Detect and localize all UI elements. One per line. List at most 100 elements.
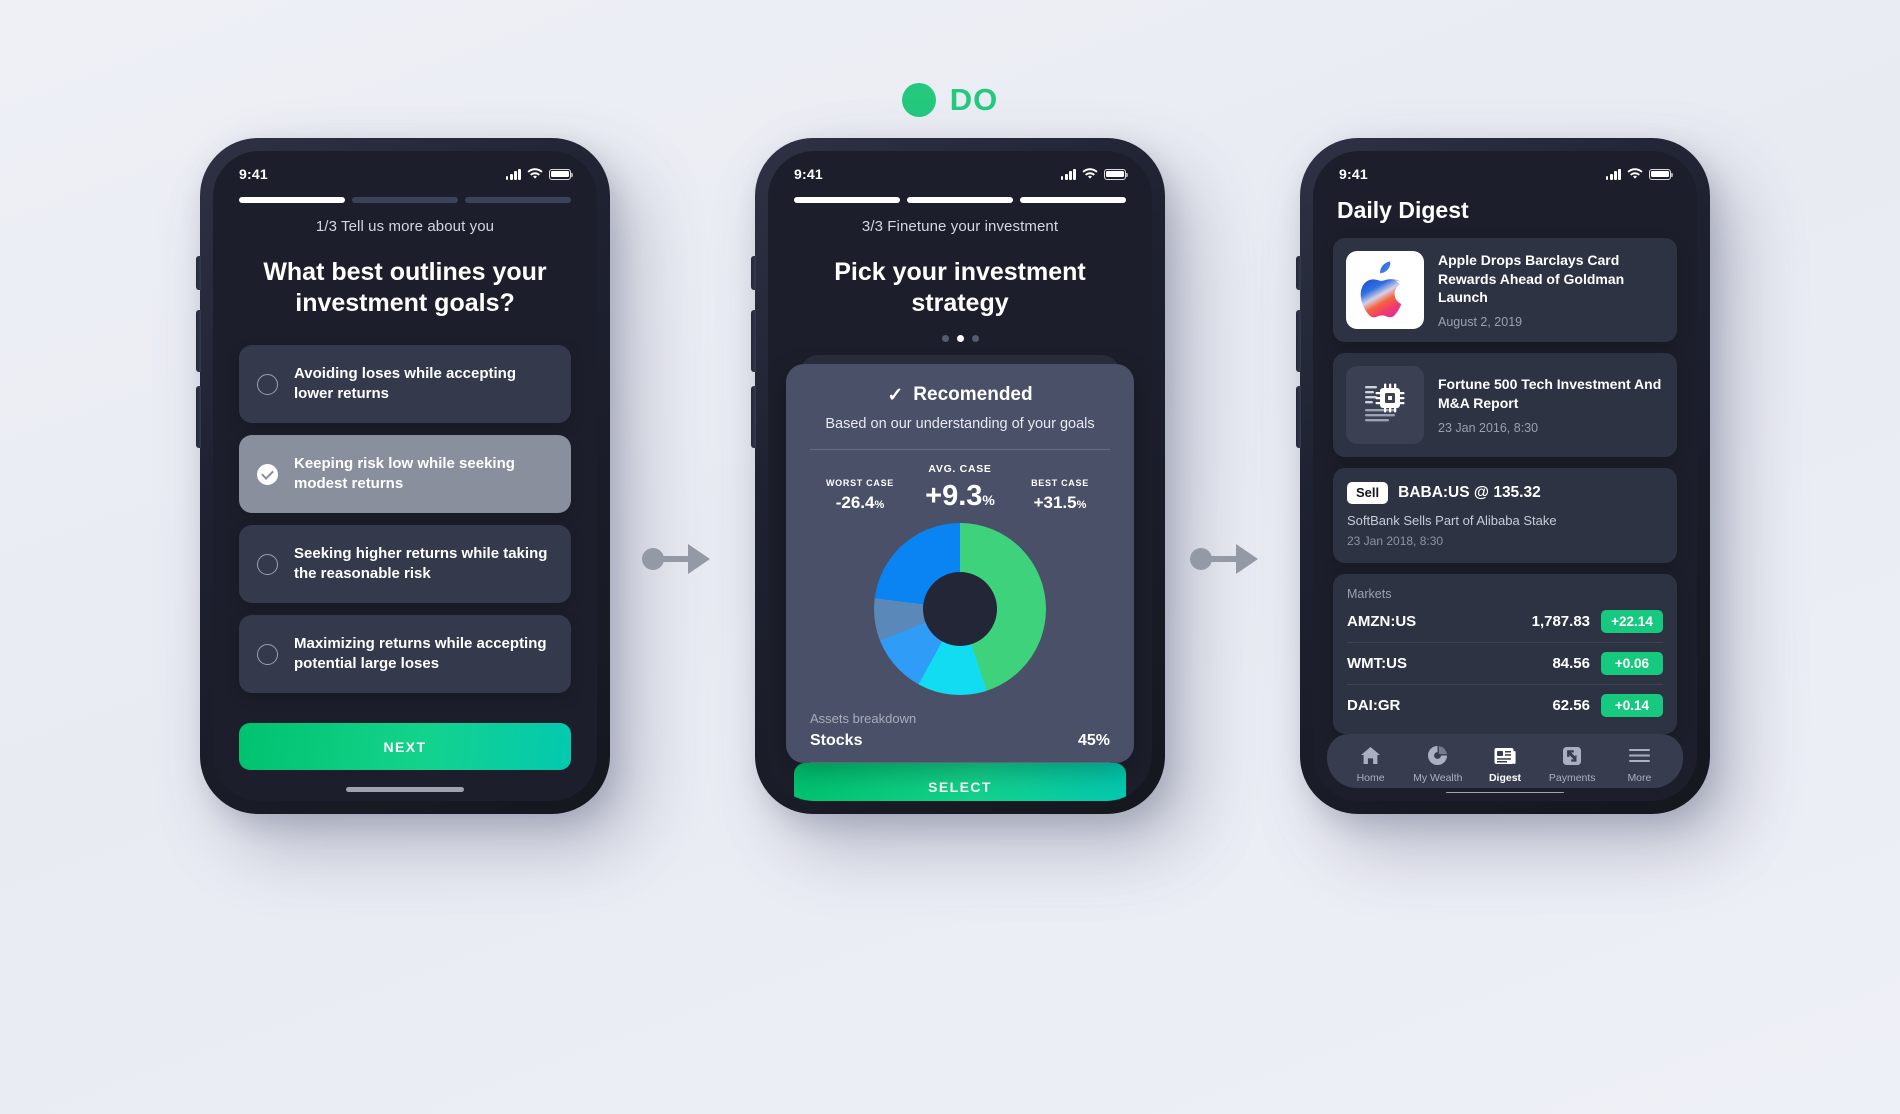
trade-header: Sell BABA:US @ 135.32 bbox=[1347, 482, 1663, 504]
phone-button-mute[interactable] bbox=[1296, 256, 1301, 290]
signal-bars-icon bbox=[505, 168, 521, 180]
radio-unchecked-icon[interactable] bbox=[257, 643, 278, 665]
best-case-value: +31.5% bbox=[1033, 493, 1087, 513]
avg-case-label: AVG. CASE bbox=[928, 463, 992, 476]
markets-card: Markets AMZN:US 1,787.83 +22.14 WMT:US 8… bbox=[1333, 573, 1677, 734]
worst-case-stat: WORST CASE -26.4% bbox=[810, 478, 910, 513]
markets-heading: Markets bbox=[1347, 586, 1392, 601]
progress-segment-2 bbox=[907, 197, 1013, 203]
trade-symbol: BABA:US @ 135.32 bbox=[1398, 483, 1541, 501]
news-card-1[interactable]: Apple Drops Barclays Card Rewards Ahead … bbox=[1333, 238, 1677, 342]
progress-segment-3 bbox=[1020, 197, 1126, 203]
news-date: 23 Jan 2016, 8:30 bbox=[1438, 420, 1539, 435]
screen-content-2: 9:41 3/3 Finetune your investment Pick y… bbox=[768, 151, 1152, 801]
trade-card[interactable]: Sell BABA:US @ 135.32 SoftBank Sells Par… bbox=[1333, 468, 1677, 563]
asset-name: Stocks bbox=[810, 732, 863, 750]
phone-screen-2: 9:41 3/3 Finetune your investment Pick y… bbox=[751, 138, 1165, 814]
battery-icon bbox=[1104, 168, 1129, 180]
phone-button-volume-up[interactable] bbox=[196, 310, 201, 372]
progress-bar-1 bbox=[213, 191, 597, 203]
market-price: 1,787.83 bbox=[1531, 612, 1590, 630]
progress-segment-3 bbox=[465, 197, 571, 203]
recommended-label: Recomended bbox=[913, 384, 1033, 405]
options-list: Avoiding loses while accepting lower ret… bbox=[213, 345, 597, 693]
pager-dot-3[interactable] bbox=[971, 335, 979, 342]
trade-description: SoftBank Sells Part of Alibaba Stake bbox=[1347, 512, 1557, 528]
phone-screen-1: 9:41 1/3 Tell us more about you What bes… bbox=[196, 138, 610, 814]
check-icon: ✓ bbox=[887, 384, 904, 406]
worst-case-value: -26.4% bbox=[835, 493, 885, 513]
pager-dot-1[interactable] bbox=[941, 335, 949, 342]
divider bbox=[810, 762, 1110, 764]
tab-more[interactable]: More bbox=[1606, 745, 1673, 784]
select-button[interactable]: SELECT bbox=[794, 763, 1126, 801]
arrow-head-icon bbox=[688, 544, 710, 574]
screen-content-1: 9:41 1/3 Tell us more about you What bes… bbox=[213, 151, 597, 801]
status-bar: 9:41 bbox=[1313, 151, 1697, 191]
progress-segment-1 bbox=[794, 197, 900, 203]
arrow-head-icon bbox=[1236, 544, 1258, 574]
best-case-stat: BEST CASE +31.5% bbox=[1010, 478, 1110, 513]
best-case-label: BEST CASE bbox=[1031, 478, 1089, 488]
phone-button-volume-down[interactable] bbox=[196, 386, 201, 448]
case-stats: WORST CASE -26.4% AVG. CASE +9.3% BEST C… bbox=[806, 463, 1114, 513]
recommended-subtitle: Based on our understanding of your goals bbox=[825, 416, 1095, 432]
arrow-shaft bbox=[663, 556, 689, 562]
radio-unchecked-icon[interactable] bbox=[257, 553, 278, 575]
phone-button-volume-down[interactable] bbox=[751, 386, 756, 448]
option-label: Avoiding loses while accepting lower ret… bbox=[294, 364, 516, 402]
phone-button-volume-up[interactable] bbox=[751, 310, 756, 372]
option-item-3[interactable]: Seeking higher returns while taking the … bbox=[239, 525, 571, 603]
phone-button-volume-up[interactable] bbox=[1296, 310, 1301, 372]
option-label: Maximizing returns while accepting poten… bbox=[294, 634, 547, 672]
tab-digest[interactable]: Digest bbox=[1471, 745, 1538, 784]
tab-payments[interactable]: Payments bbox=[1539, 745, 1606, 784]
strategy-card-stack: ✓ Recomended Based on our understanding … bbox=[786, 355, 1134, 764]
arrow-knob bbox=[642, 548, 664, 570]
radio-unchecked-icon[interactable] bbox=[257, 373, 278, 395]
tab-label: Payments bbox=[1548, 771, 1596, 784]
status-time: 9:41 bbox=[1339, 166, 1368, 182]
radio-checked-icon[interactable] bbox=[257, 463, 278, 485]
news-card-2[interactable]: Fortune 500 Tech Investment And M&A Repo… bbox=[1333, 353, 1677, 457]
avg-case-value: +9.3% bbox=[925, 480, 995, 513]
news-headline: Apple Drops Barclays Card Rewards Ahead … bbox=[1438, 252, 1625, 306]
wifi-icon bbox=[1627, 168, 1643, 179]
assets-donut-chart bbox=[874, 523, 1046, 696]
trade-date: 23 Jan 2018, 8:30 bbox=[1347, 533, 1444, 548]
tab-my-wealth[interactable]: My Wealth bbox=[1404, 745, 1471, 784]
option-item-4[interactable]: Maximizing returns while accepting poten… bbox=[239, 615, 571, 693]
step-label: 1/3 Tell us more about you bbox=[315, 217, 495, 235]
cta-container: SELECT bbox=[768, 763, 1152, 801]
status-time: 9:41 bbox=[794, 166, 823, 182]
pager-dot-2[interactable] bbox=[956, 335, 964, 342]
screen-content-3: 9:41 Daily Digest Apple Drops Barclays C… bbox=[1313, 151, 1697, 801]
apple-logo-icon bbox=[1360, 261, 1402, 318]
wifi-icon bbox=[1082, 168, 1098, 179]
signal-bars-icon bbox=[1605, 168, 1621, 180]
market-symbol: WMT:US bbox=[1347, 654, 1407, 672]
option-item-2[interactable]: Keeping risk low while seeking modest re… bbox=[239, 435, 571, 513]
page-title: Pick your investment strategy bbox=[834, 257, 1086, 317]
news-icon bbox=[1494, 747, 1516, 764]
transfer-icon bbox=[1563, 746, 1582, 765]
news-text: Fortune 500 Tech Investment And M&A Repo… bbox=[1438, 366, 1664, 444]
table-row[interactable]: DAI:GR 62.56 +0.14 bbox=[1347, 685, 1663, 726]
bottom-tab-bar: Home My Wealth Digest Payments More bbox=[1327, 733, 1683, 788]
option-item-1[interactable]: Avoiding loses while accepting lower ret… bbox=[239, 345, 571, 423]
status-time: 9:41 bbox=[239, 166, 268, 182]
phone-button-mute[interactable] bbox=[196, 256, 201, 290]
table-row[interactable]: WMT:US 84.56 +0.06 bbox=[1347, 643, 1663, 685]
digest-feed: Apple Drops Barclays Card Rewards Ahead … bbox=[1313, 224, 1697, 734]
phone-button-volume-down[interactable] bbox=[1296, 386, 1301, 448]
arrow-screen2-to-screen3 bbox=[1190, 544, 1258, 574]
recommended-badge: ✓ Recomended bbox=[806, 384, 1114, 406]
signal-bars-icon bbox=[1060, 168, 1076, 180]
phone-button-mute[interactable] bbox=[751, 256, 756, 290]
strategy-card[interactable]: ✓ Recomended Based on our understanding … bbox=[786, 364, 1134, 764]
table-row[interactable]: AMZN:US 1,787.83 +22.14 bbox=[1347, 601, 1663, 643]
progress-segment-1 bbox=[239, 197, 345, 203]
tab-home[interactable]: Home bbox=[1337, 745, 1404, 784]
app-showcase-canvas: DO 9:41 1/3 Tell us more about you What … bbox=[0, 0, 1900, 1114]
next-button[interactable]: NEXT bbox=[239, 723, 571, 770]
